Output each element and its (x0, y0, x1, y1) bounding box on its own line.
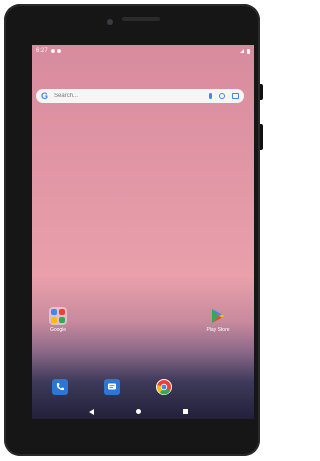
search-bar[interactable]: G (36, 89, 244, 103)
google-logo-icon: G (41, 91, 49, 101)
signal-icon (240, 49, 244, 53)
status-time: 6:27 (36, 48, 48, 54)
folder-icon (49, 307, 67, 325)
back-icon[interactable] (89, 409, 94, 415)
recents-icon[interactable] (183, 409, 188, 414)
volume-button[interactable] (260, 84, 263, 100)
status-bar: 6:27 (32, 45, 254, 57)
tablet-device: 6:27 G Google (4, 4, 263, 456)
notification-icon (50, 49, 55, 53)
google-folder[interactable]: Google (38, 307, 78, 333)
home-icon[interactable] (136, 409, 141, 414)
phone-icon[interactable] (52, 379, 68, 395)
app-label: Google (49, 327, 67, 333)
navigation-bar (32, 405, 254, 419)
earpiece-speaker (122, 17, 160, 21)
search-input[interactable] (52, 92, 177, 100)
messages-icon[interactable] (104, 379, 120, 395)
power-button[interactable] (260, 124, 263, 150)
translate-icon[interactable] (232, 93, 239, 99)
settings-notification-icon (56, 49, 61, 53)
front-camera (107, 19, 113, 25)
mic-icon[interactable] (209, 93, 212, 99)
home-screen: 6:27 G Google (32, 45, 254, 419)
lens-icon[interactable] (219, 93, 225, 99)
app-label: Play Store (206, 327, 230, 333)
play-store-icon (209, 307, 227, 325)
dock (32, 377, 254, 401)
play-store-app[interactable]: Play Store (198, 307, 238, 333)
chrome-icon[interactable] (156, 379, 172, 395)
battery-icon (247, 48, 250, 54)
